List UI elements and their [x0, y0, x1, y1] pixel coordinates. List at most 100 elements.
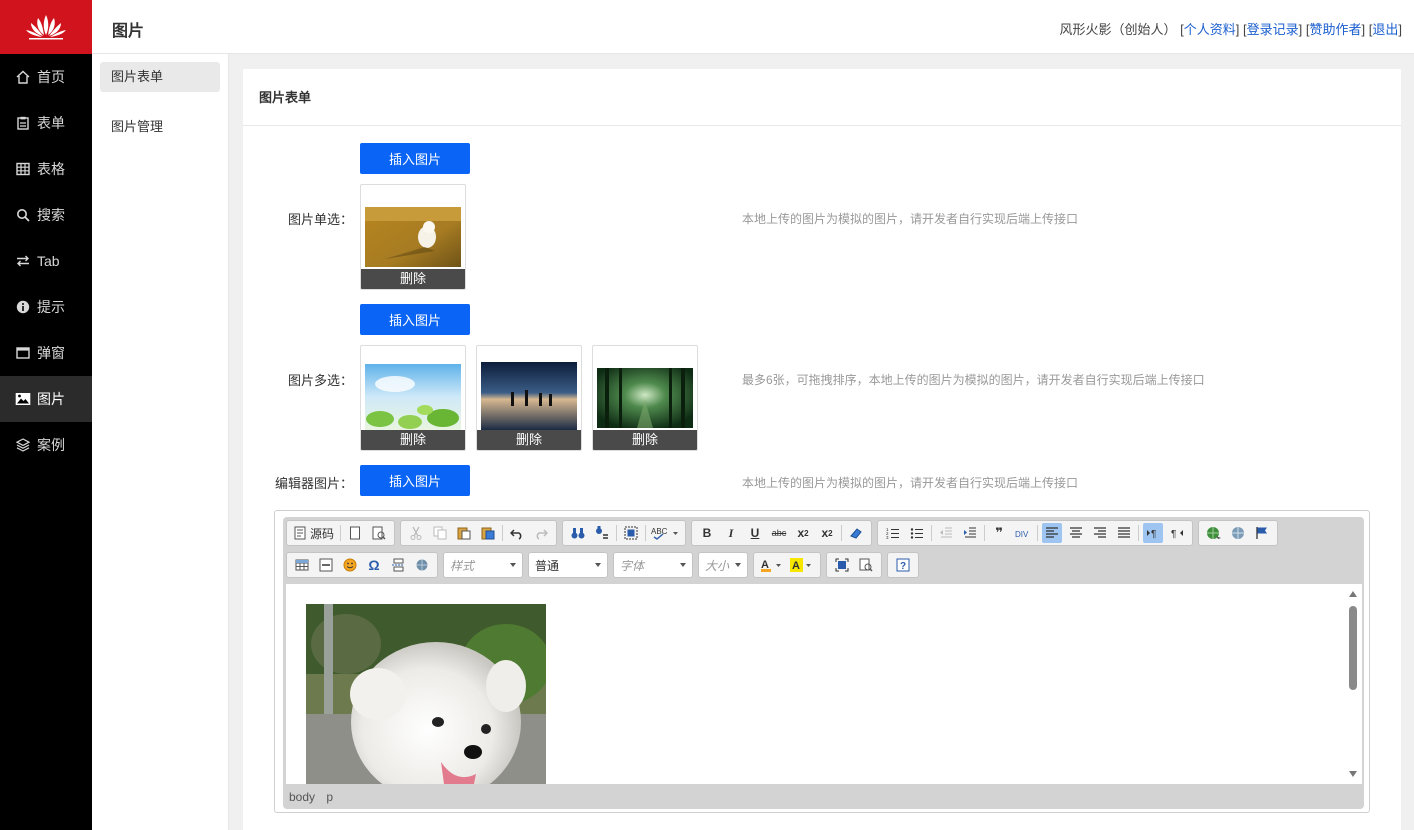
table-button[interactable]	[292, 555, 312, 575]
profile-link[interactable]: 个人资料	[1184, 22, 1236, 37]
login-log-link[interactable]: 登录记录	[1247, 22, 1299, 37]
single-image-thumb[interactable]: 删除	[360, 184, 466, 290]
italic-button[interactable]: I	[721, 523, 741, 543]
undo-button[interactable]	[507, 523, 527, 543]
toolbar-group-help: ?	[887, 552, 919, 578]
style-select[interactable]: 样式	[443, 552, 523, 578]
align-center-button[interactable]	[1066, 523, 1086, 543]
copy-button[interactable]	[430, 523, 450, 543]
create-div-button[interactable]: DIV	[1013, 523, 1033, 543]
editor-content-area[interactable]	[286, 584, 1362, 784]
indent-button[interactable]	[960, 523, 980, 543]
single-insert-button[interactable]: 插入图片	[360, 143, 470, 174]
text-color-button[interactable]: A	[759, 555, 785, 575]
multi-image-thumb[interactable]: 删除	[476, 345, 582, 451]
nav-item-cases[interactable]: 案例	[0, 422, 92, 468]
remove-format-button[interactable]	[846, 523, 866, 543]
new-page-button[interactable]	[345, 523, 365, 543]
globe-icon	[416, 559, 428, 571]
help-button[interactable]: ?	[893, 555, 913, 575]
path-item[interactable]: p	[326, 790, 333, 804]
editor-image-label: 编辑器图片：	[274, 476, 353, 491]
nav-item-tip[interactable]: 提示	[0, 284, 92, 330]
align-left-button[interactable]	[1042, 523, 1063, 543]
single-image-label: 图片单选：	[287, 212, 353, 227]
blockquote-button[interactable]: ❞	[989, 523, 1009, 543]
format-select[interactable]: 普通	[528, 552, 608, 578]
maximize-button[interactable]	[832, 555, 852, 575]
smiley-icon	[343, 558, 357, 572]
font-select[interactable]: 字体	[613, 552, 693, 578]
underline-button[interactable]: U	[745, 523, 765, 543]
page-break-button[interactable]	[388, 555, 408, 575]
delete-button[interactable]: 删除	[361, 269, 465, 289]
delete-button[interactable]: 删除	[361, 430, 465, 450]
special-char-button[interactable]: Ω	[364, 555, 384, 575]
nav-item-dialog[interactable]: 弹窗	[0, 330, 92, 376]
element-path: body p	[289, 790, 341, 804]
svg-text:ABC: ABC	[651, 527, 668, 536]
paste-button[interactable]	[454, 523, 474, 543]
nav-item-search[interactable]: 搜索	[0, 192, 92, 238]
style-select-value: 样式	[450, 558, 475, 573]
outdent-button[interactable]	[936, 523, 956, 543]
font-select-value: 字体	[620, 558, 645, 573]
bold-button[interactable]: B	[697, 523, 717, 543]
horizontal-rule-button[interactable]	[316, 555, 336, 575]
size-select-value: 大小	[705, 558, 730, 573]
editor-scrollbar[interactable]	[1346, 588, 1358, 780]
nav-label: 弹窗	[37, 345, 65, 361]
source-button[interactable]: 源码	[294, 525, 334, 542]
path-item[interactable]: body	[289, 790, 315, 804]
delete-button[interactable]: 删除	[477, 430, 581, 450]
bg-color-button[interactable]: A	[789, 555, 815, 575]
subnav-item-image-form[interactable]: 图片表单	[100, 62, 220, 92]
undo-icon	[510, 529, 522, 540]
nav-item-form[interactable]: 表单	[0, 100, 92, 146]
cut-button[interactable]	[406, 523, 426, 543]
grid-icon	[15, 161, 31, 177]
logout-link[interactable]: 退出	[1372, 22, 1398, 37]
multi-image-thumb[interactable]: 删除	[592, 345, 698, 451]
paste-text-button[interactable]	[478, 523, 498, 543]
superscript-button[interactable]: x2	[817, 523, 837, 543]
subscript-button[interactable]: x2	[793, 523, 813, 543]
select-all-icon	[624, 526, 638, 540]
panel-title: 图片表单	[243, 69, 1401, 126]
ltr-button[interactable]: ¶	[1143, 523, 1164, 543]
size-select[interactable]: 大小	[698, 552, 748, 578]
nav-item-home[interactable]: 首页	[0, 54, 92, 100]
home-icon	[15, 69, 31, 85]
anchor-button[interactable]	[1252, 523, 1272, 543]
nav-item-tab[interactable]: Tab	[0, 238, 92, 284]
redo-button[interactable]	[531, 523, 551, 543]
link-button[interactable]	[1204, 523, 1224, 543]
sponsor-link[interactable]: 赞助作者	[1310, 22, 1362, 37]
numbered-list-button[interactable]: 123	[883, 523, 903, 543]
nav-item-table[interactable]: 表格	[0, 146, 92, 192]
show-blocks-button[interactable]	[856, 555, 876, 575]
unlink-button[interactable]	[1228, 523, 1248, 543]
scrollbar-thumb[interactable]	[1349, 606, 1357, 690]
bulleted-list-button[interactable]	[907, 523, 927, 543]
multi-image-thumb[interactable]: 删除	[360, 345, 466, 451]
spellcheck-button[interactable]: ABC	[650, 523, 680, 543]
logo[interactable]	[0, 0, 92, 54]
rtl-button[interactable]: ¶	[1167, 523, 1187, 543]
align-justify-button[interactable]	[1114, 523, 1134, 543]
delete-button[interactable]: 删除	[593, 430, 697, 450]
smiley-button[interactable]	[340, 555, 360, 575]
align-right-button[interactable]	[1090, 523, 1110, 543]
preview-button[interactable]	[369, 523, 389, 543]
source-icon	[294, 526, 306, 540]
subnav-item-image-manage[interactable]: 图片管理	[100, 112, 220, 142]
find-button[interactable]	[568, 523, 588, 543]
select-all-button[interactable]	[621, 523, 641, 543]
svg-text:¶: ¶	[1171, 529, 1176, 540]
replace-button[interactable]	[592, 523, 612, 543]
editor-insert-button[interactable]: 插入图片	[360, 465, 470, 496]
strike-button[interactable]: abc	[769, 523, 789, 543]
nav-item-image[interactable]: 图片	[0, 376, 92, 422]
multi-insert-button[interactable]: 插入图片	[360, 304, 470, 335]
iframe-button[interactable]	[412, 555, 432, 575]
